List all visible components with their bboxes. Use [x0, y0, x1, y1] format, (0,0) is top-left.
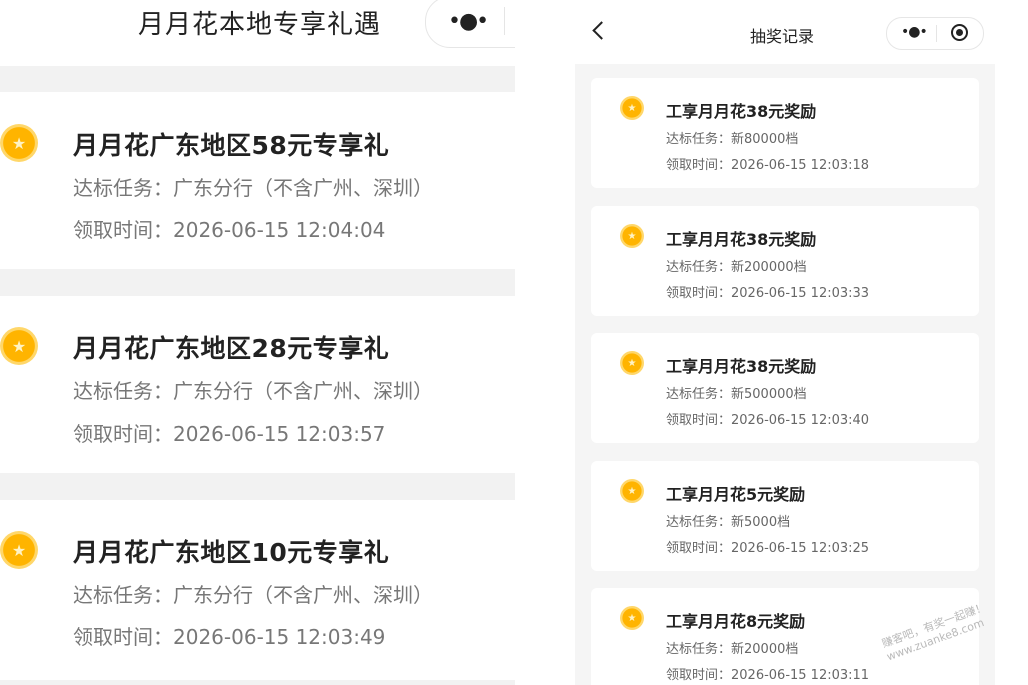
record-time: 领取时间：2026-06-15 12:03:40: [666, 413, 870, 428]
record-title: 工享月月花38元奖励: [666, 230, 817, 249]
target-close-icon[interactable]: [951, 24, 968, 41]
record-card[interactable]: ★ 工享月月花5元奖励 达标任务：新5000档 领取时间：2026-06-15 …: [591, 461, 979, 571]
right-edge: [995, 0, 1028, 685]
nav-bar: 抽奖记录 •●•: [575, 0, 995, 64]
reward-task: 达标任务：广东分行（不含广州、深圳）: [73, 176, 433, 200]
section-separator: [0, 473, 515, 500]
record-title: 工享月月花5元奖励: [666, 485, 806, 504]
star-coin-icon: ★: [620, 96, 644, 120]
mini-program-capsule[interactable]: •●•: [425, 0, 515, 48]
star-coin-icon: ★: [620, 606, 644, 630]
more-dots-icon[interactable]: •●•: [901, 24, 928, 40]
mini-program-capsule[interactable]: •●•: [886, 17, 984, 50]
record-title: 工享月月花38元奖励: [666, 102, 817, 121]
record-time: 领取时间：2026-06-15 12:03:18: [666, 158, 870, 173]
left-screen: 月月花本地专享礼遇 •●• ★ 月月花广东地区58元专享礼 达标任务：广东分行（…: [0, 0, 515, 685]
record-time: 领取时间：2026-06-15 12:03:33: [666, 286, 870, 301]
record-title: 工享月月花8元奖励: [666, 612, 806, 631]
reward-task: 达标任务：广东分行（不含广州、深圳）: [73, 583, 433, 607]
capsule-divider: [504, 7, 505, 35]
record-card[interactable]: ★ 工享月月花38元奖励 达标任务：新500000档 领取时间：2026-06-…: [591, 333, 979, 443]
section-separator: [0, 66, 515, 92]
chevron-left-icon[interactable]: [592, 21, 611, 40]
reward-card[interactable]: ★ 月月花广东地区28元专享礼 达标任务：广东分行（不含广州、深圳） 领取时间：…: [0, 296, 515, 473]
star-coin-icon: ★: [620, 351, 644, 375]
reward-title: 月月花广东地区58元专享礼: [73, 131, 390, 160]
reward-card[interactable]: ★ 月月花广东地区10元专享礼 达标任务：广东分行（不含广州、深圳） 领取时间：…: [0, 500, 515, 680]
star-coin-icon: ★: [0, 124, 38, 162]
record-card[interactable]: ★ 工享月月花38元奖励 达标任务：新80000档 领取时间：2026-06-1…: [591, 78, 979, 188]
reward-time: 领取时间：2026-06-15 12:04:04: [73, 218, 386, 242]
star-coin-icon: ★: [620, 479, 644, 503]
section-separator: [0, 269, 515, 296]
reward-task: 达标任务：广东分行（不含广州、深圳）: [73, 379, 433, 403]
record-title: 工享月月花38元奖励: [666, 357, 817, 376]
reward-time: 领取时间：2026-06-15 12:03:49: [73, 625, 386, 649]
section-separator: [0, 680, 515, 685]
record-task: 达标任务：新80000档: [666, 132, 799, 147]
capsule-divider: [936, 25, 937, 42]
reward-title: 月月花广东地区10元专享礼: [73, 538, 390, 567]
record-task: 达标任务：新20000档: [666, 642, 799, 657]
page-title: 月月花本地专享礼遇: [138, 10, 382, 40]
more-dots-icon[interactable]: •●•: [448, 9, 489, 34]
reward-card[interactable]: ★ 月月花广东地区58元专享礼 达标任务：广东分行（不含广州、深圳） 领取时间：…: [0, 92, 515, 269]
star-coin-icon: ★: [0, 531, 38, 569]
record-task: 达标任务：新200000档: [666, 260, 807, 275]
reward-title: 月月花广东地区28元专享礼: [73, 334, 390, 363]
star-coin-icon: ★: [0, 327, 38, 365]
reward-time: 领取时间：2026-06-15 12:03:57: [73, 422, 386, 446]
record-card[interactable]: ★ 工享月月花38元奖励 达标任务：新200000档 领取时间：2026-06-…: [591, 206, 979, 316]
right-screen: 抽奖记录 •●• ★ 工享月月花38元奖励 达标任务：新80000档 领取时间：…: [575, 0, 995, 685]
record-time: 领取时间：2026-06-15 12:03:11: [666, 668, 870, 683]
record-time: 领取时间：2026-06-15 12:03:25: [666, 541, 870, 556]
record-task: 达标任务：新500000档: [666, 387, 807, 402]
record-task: 达标任务：新5000档: [666, 515, 791, 530]
page-title: 抽奖记录: [750, 27, 815, 46]
star-coin-icon: ★: [620, 224, 644, 248]
